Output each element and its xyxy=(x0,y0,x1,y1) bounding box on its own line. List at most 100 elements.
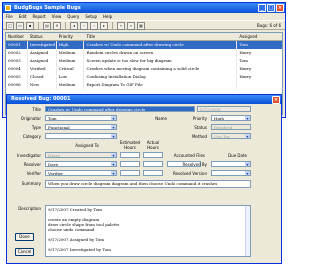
cell-assigned: Harry xyxy=(239,50,252,55)
menu-help[interactable]: Help xyxy=(103,13,112,20)
column-header-priority[interactable]: Priority xyxy=(57,33,85,40)
main-window-title: BudgBugs Sample Bugs xyxy=(14,5,81,11)
description-field[interactable]: 9/17/2007 Created by Tom create an empty… xyxy=(45,205,251,257)
cell-status: Closed xyxy=(28,73,57,81)
investigator-actual-hours[interactable] xyxy=(143,152,163,158)
cell-status: Investigated xyxy=(29,41,57,49)
cancel-button[interactable]: Cancel xyxy=(15,248,34,256)
title-field[interactable]: Crashes w/ Undo command after drawing ci… xyxy=(45,106,195,112)
resolver-actual-hours[interactable] xyxy=(143,161,163,167)
resolver-dropdown[interactable]: Dave xyxy=(45,161,117,167)
category-label: Category xyxy=(22,134,41,139)
priority-label: Priority xyxy=(192,116,207,121)
cell-title: Crashes when moving diagram containing a… xyxy=(84,65,238,73)
toolbar-separator xyxy=(112,22,113,30)
table-row[interactable]: 00004 Verified Critical Crashes when mov… xyxy=(6,65,282,73)
type-label: Type xyxy=(31,125,41,130)
column-header-title[interactable]: Title xyxy=(84,33,238,40)
description-line: 9/17/2007 Investigated by Tom xyxy=(48,247,111,252)
cell-status: Verified xyxy=(28,65,57,73)
verifier-estimated-hours[interactable] xyxy=(120,170,140,176)
investigator-estimated-hours[interactable] xyxy=(120,152,140,158)
find-icon[interactable]: ⌕ xyxy=(127,22,135,30)
done-button[interactable]: Done xyxy=(15,233,34,241)
cell-title: Screen update is too slow for big diagra… xyxy=(84,57,238,65)
toolbar-separator xyxy=(65,22,66,30)
table-row[interactable]: 00006 New Medium Export Diagram To GIF F… xyxy=(6,81,282,89)
description-scrollbar[interactable] xyxy=(245,206,250,256)
prev-record-icon[interactable]: ‹ xyxy=(80,22,88,30)
investigator-label: Investigator xyxy=(17,153,41,158)
title-label: Title xyxy=(32,107,41,112)
type-dropdown[interactable]: Functional xyxy=(45,124,117,130)
cell-assigned xyxy=(237,81,282,89)
cell-title: Confusing Installation Dialog xyxy=(84,73,238,81)
save-icon[interactable]: ▪ xyxy=(26,22,34,30)
cell-assigned: Tom xyxy=(239,58,248,63)
delete-icon[interactable]: ✕ xyxy=(53,22,61,30)
table-row[interactable]: 00003 Assigned Medium Screen update is t… xyxy=(6,57,282,65)
verifier-dropdown[interactable]: Verifier xyxy=(45,170,117,176)
dialog-close-button[interactable]: × xyxy=(272,96,280,104)
cell-title: Random circles drawn on screen xyxy=(84,49,238,57)
assigned-to-header: Assigned To xyxy=(75,143,99,148)
cell-priority: Medium xyxy=(57,49,85,57)
cell-number: 00005 xyxy=(6,73,28,81)
menu-file[interactable]: File xyxy=(6,13,13,20)
cell-number: 00001 xyxy=(6,41,28,49)
description-label: Description xyxy=(18,206,41,211)
status-field[interactable]: Resolved xyxy=(211,124,251,130)
category-dropdown[interactable] xyxy=(45,133,117,139)
table-row[interactable]: 00001 Investigated High Crashes w/ Undo … xyxy=(6,41,282,49)
cell-priority: Medium xyxy=(57,81,85,89)
cell-title: Crashes w/ Undo command after drawing ci… xyxy=(84,41,238,49)
resolved-version-label: Resolved Version xyxy=(172,171,207,176)
method-dropdown[interactable]: Use Tar xyxy=(211,133,251,139)
cell-number: 00006 xyxy=(6,81,28,89)
cell-title: Export Diagram To GIF File xyxy=(84,81,238,89)
column-header-assigned[interactable]: Assigned xyxy=(237,33,282,40)
close-button[interactable]: × xyxy=(276,4,284,12)
menu-query[interactable]: Query xyxy=(67,13,79,20)
column-header-status[interactable]: Status xyxy=(28,33,57,40)
summary-field[interactable]: When you draw circle diagram diagram and… xyxy=(45,180,251,188)
investigator-dropdown[interactable]: Harry xyxy=(45,152,117,158)
accounted-files-label: Accounted Files xyxy=(173,153,205,158)
resolver-label: Resolver xyxy=(23,162,41,167)
cell-assigned: Harry xyxy=(239,66,252,71)
due-date-label: Due Date xyxy=(228,153,247,158)
open-icon[interactable]: ▭ xyxy=(16,22,24,30)
maximize-button[interactable]: □ xyxy=(267,4,275,12)
cell-number: 00002 xyxy=(6,49,28,57)
cell-priority: Critical xyxy=(57,65,85,73)
resolver-estimated-hours[interactable] xyxy=(120,161,140,167)
table-row[interactable]: 00005 Closed Low Confusing Installation … xyxy=(6,73,282,81)
report-icon[interactable]: ▦ xyxy=(137,22,145,30)
name-label: Name xyxy=(155,116,167,121)
originator-dropdown[interactable]: Tom xyxy=(45,115,117,121)
menu-view[interactable]: View xyxy=(52,13,62,20)
cell-status: Assigned xyxy=(28,49,57,57)
date-field[interactable]: 8/12/2008 xyxy=(197,106,251,112)
menu-report[interactable]: Report xyxy=(32,13,45,20)
print-icon[interactable]: ▤ xyxy=(43,22,51,30)
toolbar-separator xyxy=(38,22,39,30)
menu-edit[interactable]: Edit xyxy=(19,13,27,20)
new-icon[interactable]: □ xyxy=(6,22,14,30)
resolved-bug-dialog: Resolved Bug: 00001 × Title Crashes w/ U… xyxy=(6,94,282,264)
menu-setup[interactable]: Setup xyxy=(85,13,97,20)
resolved-by-dropdown[interactable] xyxy=(211,161,251,167)
filter-icon[interactable]: ▿ xyxy=(117,22,125,30)
table-row[interactable]: 00002 Assigned Medium Random circles dra… xyxy=(6,49,282,57)
priority-dropdown[interactable]: High xyxy=(211,115,251,121)
app-icon xyxy=(5,5,11,11)
dialog-title-bar: Resolved Bug: 00001 × xyxy=(7,95,281,104)
first-record-icon[interactable]: ◂ xyxy=(70,22,78,30)
resolved-version-dropdown[interactable] xyxy=(211,170,251,176)
cell-assigned: Harry xyxy=(239,74,252,79)
menu-bar: File Edit Report View Query Setup Help xyxy=(3,13,285,20)
minimize-button[interactable]: _ xyxy=(258,4,266,12)
column-header-number[interactable]: Number xyxy=(6,33,28,40)
last-record-icon[interactable]: ▸ xyxy=(100,22,108,30)
next-record-icon[interactable]: › xyxy=(90,22,98,30)
